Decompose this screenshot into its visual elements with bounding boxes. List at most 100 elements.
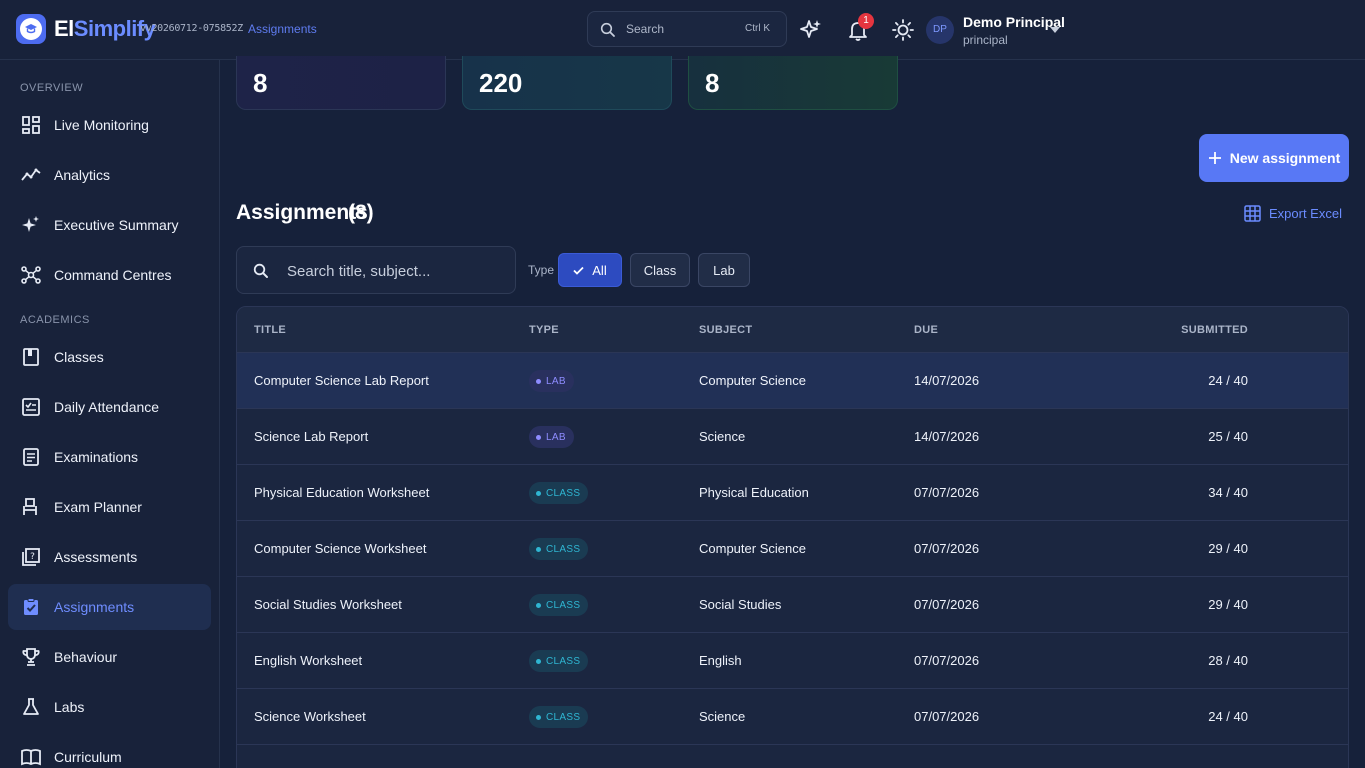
sidebar-item-label: Daily Attendance	[54, 399, 160, 415]
notification-badge: 1	[858, 13, 874, 29]
type-badge: LAB	[529, 426, 574, 448]
table-row[interactable]: Computer Science Lab Report LAB Computer…	[237, 353, 1348, 409]
type-badge-label: CLASS	[546, 655, 581, 667]
row-subject: Computer Science	[699, 541, 806, 556]
row-due: 14/07/2026	[914, 429, 980, 444]
sidebar-item-label: Labs	[54, 699, 85, 715]
stat-value: 8	[705, 68, 720, 98]
checklist-icon	[20, 396, 42, 418]
new-assignment-label: New assignment	[1229, 150, 1341, 166]
clipboard-check-icon	[20, 596, 42, 618]
row-submitted: 34 / 40	[1208, 485, 1248, 500]
type-badge: CLASS	[529, 650, 589, 672]
avatar[interactable]: DP	[926, 16, 954, 44]
sidebar-item-exam-planner[interactable]: Exam Planner	[8, 484, 211, 530]
table-header: TITLE TYPE SUBJECT DUE SUBMITTED	[237, 307, 1348, 353]
filter-class-label: Class	[643, 262, 677, 278]
filter-all-label: All	[592, 262, 607, 278]
row-subject: Social Studies	[699, 597, 782, 612]
column-due[interactable]: DUE	[914, 324, 938, 336]
type-badge-label: CLASS	[546, 487, 581, 499]
stat-card-3: 8	[688, 56, 898, 110]
sidebar-item-curriculum[interactable]: Curriculum	[8, 734, 211, 768]
sidebar-item-executive-summary[interactable]: Executive Summary	[8, 202, 211, 248]
row-title: Science Lab Report	[254, 429, 369, 444]
row-due: 07/07/2026	[914, 541, 980, 556]
top-bar: ElSimplify vv20260712-075852Z Assignment…	[0, 0, 1365, 60]
search-icon	[600, 22, 615, 37]
table-row[interactable]: Science Lab Report LAB Science 14/07/202…	[237, 409, 1348, 465]
sidebar-item-label: Exam Planner	[54, 499, 142, 515]
sidebar-item-daily-attendance[interactable]: Daily Attendance	[8, 384, 211, 430]
assignments-table: TITLE TYPE SUBJECT DUE SUBMITTED Compute…	[236, 306, 1349, 768]
chevron-down-icon[interactable]	[1049, 26, 1061, 34]
column-type[interactable]: TYPE	[529, 324, 559, 336]
row-submitted: 29 / 40	[1208, 541, 1248, 556]
export-excel-button[interactable]: Export Excel	[1244, 205, 1342, 222]
sidebar-item-behaviour[interactable]: Behaviour	[8, 634, 211, 680]
search-shortcut: Ctrl K	[745, 23, 770, 34]
sidebar-item-examinations[interactable]: Examinations	[8, 434, 211, 480]
breadcrumb[interactable]: Assignments	[248, 22, 317, 36]
stat-card-2: 220	[462, 56, 672, 110]
row-title: Computer Science Worksheet	[254, 541, 427, 556]
global-search-placeholder: Search	[626, 22, 665, 36]
table-row[interactable]: English Worksheet CLASS English 07/07/20…	[237, 633, 1348, 689]
new-assignment-button[interactable]: New assignment	[1199, 134, 1349, 182]
row-subject: English	[699, 653, 742, 668]
table-row[interactable]: Computer Science Worksheet CLASS Compute…	[237, 521, 1348, 577]
sidebar-item-classes[interactable]: Classes	[8, 334, 211, 380]
sidebar-item-live-monitoring[interactable]: Live Monitoring	[8, 102, 211, 148]
sidebar-item-label: Command Centres	[54, 267, 172, 283]
filter-all[interactable]: All	[558, 253, 622, 287]
sidebar-item-label: Executive Summary	[54, 217, 179, 233]
row-title: Social Studies Worksheet	[254, 597, 402, 612]
export-excel-label: Export Excel	[1269, 206, 1342, 221]
type-badge-label: CLASS	[546, 599, 581, 611]
type-badge-label: CLASS	[546, 543, 581, 555]
row-title: Science Worksheet	[254, 709, 366, 724]
column-submitted[interactable]: SUBMITTED	[1181, 324, 1248, 336]
assignment-search[interactable]	[236, 246, 516, 294]
table-row[interactable]: Physical Education Worksheet CLASS Physi…	[237, 465, 1348, 521]
check-icon	[573, 266, 584, 275]
type-badge: CLASS	[529, 482, 589, 504]
type-badge: CLASS	[529, 594, 589, 616]
book-icon	[20, 346, 42, 368]
open-book-icon	[20, 746, 42, 768]
logo-icon[interactable]	[16, 14, 46, 44]
sidebar-item-label: Curriculum	[54, 749, 122, 765]
trend-icon	[20, 164, 42, 186]
row-subject: Physical Education	[699, 485, 809, 500]
row-submitted: 28 / 40	[1208, 653, 1248, 668]
sidebar: OVERVIEW Live Monitoring Analytics Execu…	[0, 60, 220, 768]
table-row[interactable]: Social Studies Worksheet CLASS Social St…	[237, 577, 1348, 633]
filter-class[interactable]: Class	[630, 253, 690, 287]
sidebar-item-label: Assessments	[54, 549, 138, 565]
sidebar-item-assessments[interactable]: ? Assessments	[8, 534, 211, 580]
assignment-search-input[interactable]	[287, 259, 507, 283]
global-search[interactable]: Search Ctrl K	[587, 11, 787, 47]
table-row[interactable]: Science Worksheet CLASS Science 07/07/20…	[237, 689, 1348, 745]
column-subject[interactable]: SUBJECT	[699, 324, 752, 336]
sidebar-item-label: Behaviour	[54, 649, 118, 665]
sidebar-item-analytics[interactable]: Analytics	[8, 152, 211, 198]
stat-value: 220	[479, 68, 523, 98]
desk-icon	[20, 496, 42, 518]
ai-sparkle-icon[interactable]	[799, 18, 823, 42]
svg-text:?: ?	[30, 552, 35, 562]
row-due: 07/07/2026	[914, 485, 980, 500]
type-filter-label: Type	[528, 263, 555, 277]
row-subject: Science	[699, 429, 746, 444]
sidebar-item-label: Assignments	[54, 599, 135, 615]
filter-lab[interactable]: Lab	[698, 253, 750, 287]
sidebar-item-command-centres[interactable]: Command Centres	[8, 252, 211, 298]
row-due: 14/07/2026	[914, 373, 980, 388]
type-badge: CLASS	[529, 706, 589, 728]
section-label-overview: OVERVIEW	[20, 82, 84, 94]
sidebar-item-assignments[interactable]: Assignments	[8, 584, 211, 630]
quiz-icon: ?	[20, 546, 42, 568]
sidebar-item-labs[interactable]: Labs	[8, 684, 211, 730]
column-title[interactable]: TITLE	[254, 324, 286, 336]
theme-sun-icon[interactable]	[891, 18, 915, 42]
